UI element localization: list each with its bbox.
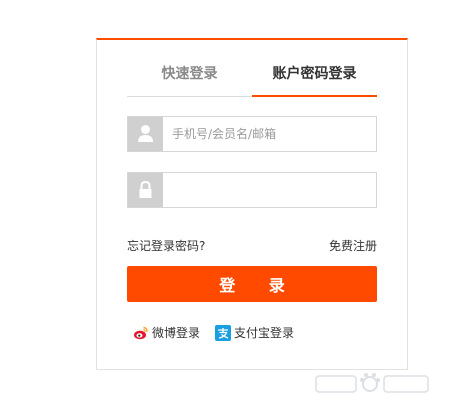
free-register-link[interactable]: 免费注册 bbox=[329, 237, 377, 254]
tab-quick-login[interactable]: 快速登录 bbox=[127, 56, 252, 96]
password-field bbox=[127, 172, 377, 208]
tab-account-password-login[interactable]: 账户密码登录 bbox=[252, 56, 377, 97]
page: 快速登录 账户密码登录 忘记登录密码? 免费注册 bbox=[0, 0, 452, 412]
lock-icon bbox=[128, 173, 163, 207]
weibo-login-label: 微博登录 bbox=[152, 326, 201, 340]
login-button[interactable]: 登 录 bbox=[127, 266, 377, 302]
alipay-icon bbox=[215, 324, 231, 341]
login-tabs: 快速登录 账户密码登录 bbox=[127, 56, 377, 97]
password-input[interactable] bbox=[172, 173, 372, 207]
username-field bbox=[127, 116, 377, 152]
login-card: 快速登录 账户密码登录 忘记登录密码? 免费注册 bbox=[96, 38, 408, 370]
alipay-login-link[interactable]: 支付宝登录 bbox=[215, 323, 294, 343]
forgot-password-link[interactable]: 忘记登录密码? bbox=[127, 237, 205, 254]
username-input[interactable] bbox=[172, 117, 372, 151]
weibo-login-link[interactable]: 微博登录 bbox=[133, 323, 200, 343]
weibo-icon bbox=[133, 325, 149, 341]
user-icon bbox=[128, 117, 163, 151]
alipay-login-label: 支付宝登录 bbox=[234, 326, 295, 340]
baidu-watermark-logo bbox=[315, 373, 429, 393]
links-row: 忘记登录密码? 免费注册 bbox=[127, 237, 377, 255]
